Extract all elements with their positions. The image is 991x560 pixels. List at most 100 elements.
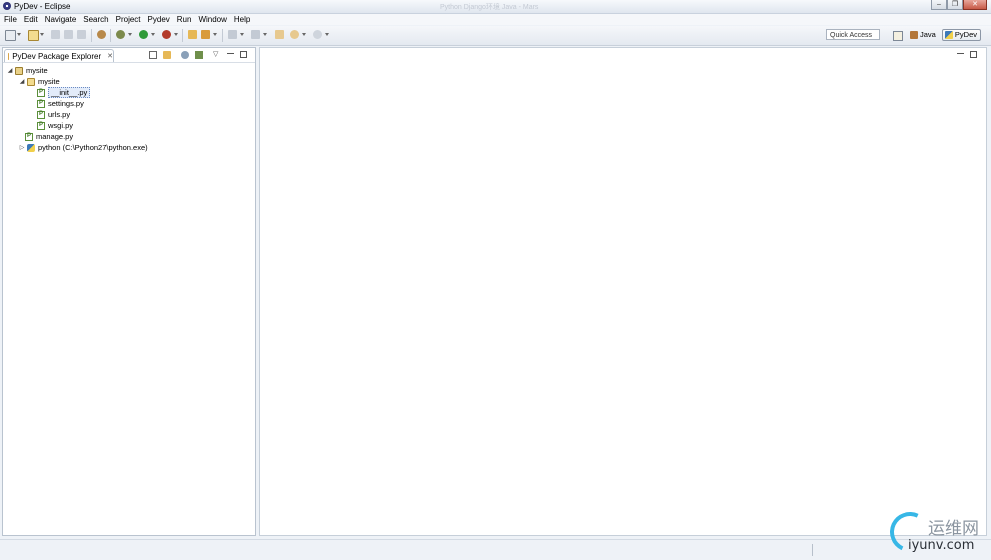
python-file-icon: [25, 132, 33, 141]
back-arrow-icon[interactable]: [290, 30, 299, 39]
external-tools-icon[interactable]: [162, 30, 171, 39]
tree-item-project-mysite[interactable]: ◢ mysite: [7, 65, 48, 76]
window-title-ghost: Python Django环境 Java - Mars: [440, 4, 539, 11]
tree-item-label: manage.py: [36, 132, 74, 141]
tree-item-label: settings.py: [48, 99, 84, 108]
save-icon[interactable]: [51, 30, 60, 39]
package-explorer-view: PyDev Package Explorer ✕ ▽ ◢ mysite ◢ my…: [2, 47, 256, 536]
python-file-icon: [37, 121, 45, 130]
menu-file[interactable]: File: [0, 14, 20, 25]
package-icon[interactable]: [97, 30, 106, 39]
save-all-icon[interactable]: [64, 30, 73, 39]
folder-icon: [27, 77, 35, 86]
link-with-editor-icon[interactable]: [163, 51, 171, 59]
window-titlebar: PyDev - Eclipse Python Django环境 Java - M…: [0, 0, 991, 14]
run-icon[interactable]: [139, 30, 148, 39]
editor-area[interactable]: [259, 47, 987, 536]
tree-item-manage-py[interactable]: manage.py: [23, 131, 73, 142]
minimize-editor-icon[interactable]: [957, 53, 964, 54]
tree-item-settings-py[interactable]: settings.py: [35, 98, 84, 109]
filters-icon[interactable]: [181, 51, 189, 59]
toolbar-separator: [91, 29, 92, 42]
tree-item-label: python (C:\Python27\python.exe): [38, 143, 148, 152]
menu-navigate[interactable]: Navigate: [41, 14, 80, 25]
minimize-button[interactable]: –: [931, 0, 947, 10]
perspective-pydev-label: PyDev: [954, 30, 977, 39]
python-interpreter-icon: [27, 143, 35, 152]
forward-arrow-icon[interactable]: [313, 30, 322, 39]
tree-item-folder-mysite[interactable]: ◢ mysite: [19, 76, 60, 87]
pydev-perspective-icon: [945, 31, 953, 39]
back-dropdown-icon[interactable]: [302, 33, 306, 36]
perspective-pydev-button[interactable]: PyDev: [942, 29, 981, 41]
tree-item-label: __init__.py: [48, 87, 91, 98]
maximize-view-icon[interactable]: [240, 51, 247, 58]
tree-item-label: urls.py: [48, 110, 71, 119]
forward-dropdown-icon[interactable]: [325, 33, 329, 36]
menu-project[interactable]: Project: [112, 14, 144, 25]
tree-item-label: wsgi.py: [48, 121, 74, 130]
menu-search[interactable]: Search: [79, 14, 111, 25]
menu-bar: File Edit Navigate Search Project Pydev …: [0, 14, 991, 25]
print-icon[interactable]: [77, 30, 86, 39]
tree-item-urls-py[interactable]: urls.py: [35, 109, 70, 120]
toolbar-separator: [182, 29, 183, 42]
tree-item-label: mysite: [38, 77, 60, 86]
close-button[interactable]: ✕: [963, 0, 987, 10]
tree-item-label: mysite: [26, 66, 48, 75]
python-file-icon: [37, 88, 45, 97]
view-menu-icon[interactable]: ▽: [213, 50, 221, 58]
customize-view-icon[interactable]: [195, 51, 203, 59]
open-type-icon[interactable]: [188, 30, 197, 39]
tab-pydev-package-explorer[interactable]: PyDev Package Explorer ✕: [4, 49, 114, 62]
expand-toggle-icon[interactable]: ▷: [19, 144, 25, 151]
menu-pydev[interactable]: Pydev: [144, 14, 173, 25]
close-tab-icon[interactable]: ✕: [107, 52, 113, 60]
maximize-editor-icon[interactable]: [970, 51, 977, 58]
prev-annotation-dropdown-icon[interactable]: [263, 33, 267, 36]
open-dropdown-icon[interactable]: [40, 33, 44, 36]
new-icon[interactable]: [5, 30, 16, 41]
last-edit-icon[interactable]: [275, 30, 284, 39]
expand-toggle-icon[interactable]: ◢: [19, 78, 25, 85]
java-perspective-icon: [910, 31, 918, 39]
perspective-java-button[interactable]: Java: [908, 29, 940, 41]
tab-label: PyDev Package Explorer: [12, 51, 102, 61]
open-project-icon[interactable]: [28, 30, 39, 41]
tree-item-wsgi-py[interactable]: wsgi.py: [35, 120, 73, 131]
new-dropdown-icon[interactable]: [17, 33, 21, 36]
window-title: PyDev - Eclipse: [14, 2, 71, 11]
menu-help[interactable]: Help: [230, 14, 253, 25]
toolbar-separator: [222, 29, 223, 42]
minimize-view-icon[interactable]: [227, 53, 234, 54]
perspective-java-label: Java: [920, 30, 936, 39]
package-explorer-icon: [8, 52, 10, 60]
watermark-text-en: iyunv.com: [908, 538, 975, 553]
watermark-text-cn: 运维网: [928, 519, 979, 539]
tree-item-python-interpreter[interactable]: ▷ python (C:\Python27\python.exe): [19, 142, 148, 153]
restore-button[interactable]: ❐: [947, 0, 963, 10]
next-annotation-dropdown-icon[interactable]: [240, 33, 244, 36]
open-perspective-icon[interactable]: [893, 31, 903, 41]
search-dropdown-icon[interactable]: [213, 33, 217, 36]
search-icon[interactable]: [201, 30, 210, 39]
menu-edit[interactable]: Edit: [20, 14, 41, 25]
python-file-icon: [37, 99, 45, 108]
project-icon: [15, 66, 23, 75]
status-bar: [0, 539, 991, 560]
toolbar-separator: [110, 29, 111, 42]
python-file-icon: [37, 110, 45, 119]
expand-toggle-icon[interactable]: ◢: [7, 67, 13, 74]
debug-icon[interactable]: [116, 30, 125, 39]
run-dropdown-icon[interactable]: [151, 33, 155, 36]
status-separator: [812, 544, 813, 556]
external-tools-dropdown-icon[interactable]: [174, 33, 178, 36]
debug-dropdown-icon[interactable]: [128, 33, 132, 36]
tree-item-init-py[interactable]: __init__.py: [35, 87, 91, 98]
menu-run[interactable]: Run: [173, 14, 195, 25]
quick-access-input[interactable]: Quick Access: [826, 29, 880, 40]
next-annotation-icon[interactable]: [228, 30, 237, 39]
collapse-all-icon[interactable]: [149, 51, 157, 59]
menu-window[interactable]: Window: [194, 14, 229, 25]
prev-annotation-icon[interactable]: [251, 30, 260, 39]
